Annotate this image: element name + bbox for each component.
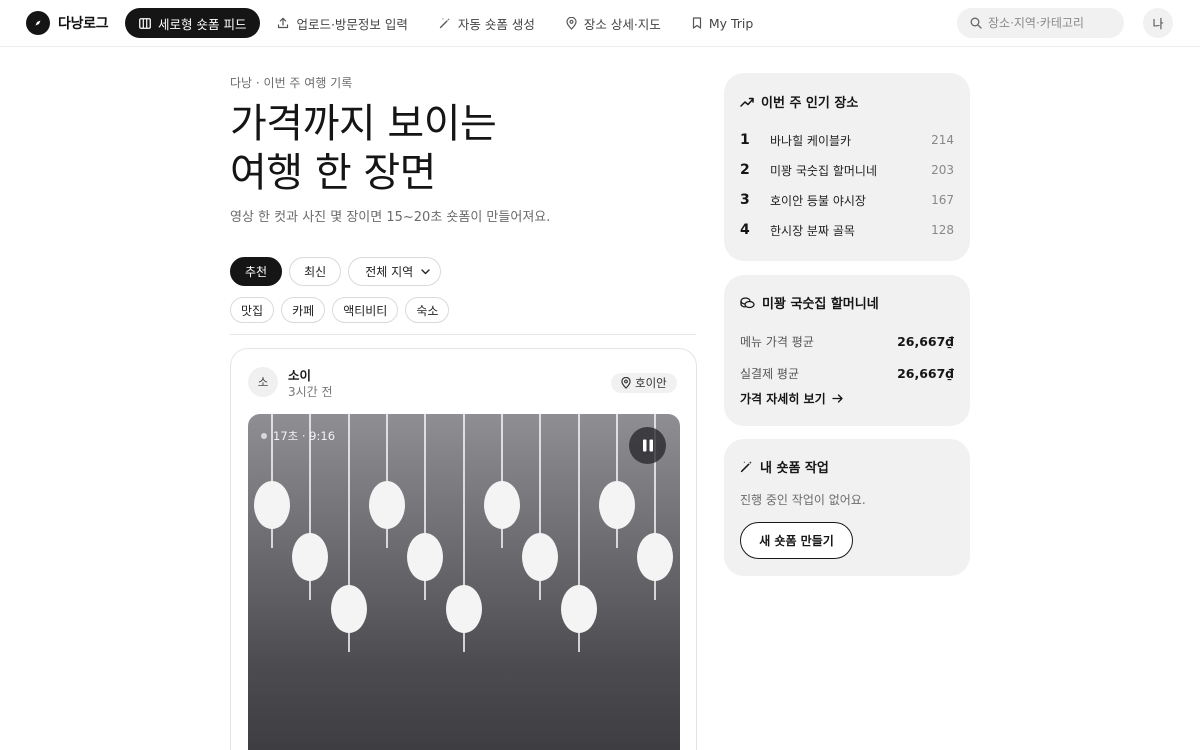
- location-badge[interactable]: 호이안: [611, 373, 677, 393]
- rank-number: 3: [740, 192, 750, 208]
- feed-icon: [139, 17, 151, 29]
- nav-item-label: My Trip: [708, 15, 754, 31]
- nav-item-auto-shortform[interactable]: 자동 숏폼 생성: [425, 8, 549, 38]
- hero-eyebrow: 다낭 · 이번 주 여행 기록: [230, 76, 353, 90]
- title-line-1: 가격까지 보이는: [230, 101, 497, 147]
- pause-button[interactable]: [629, 427, 666, 464]
- nav-item-label: 업로드·방문정보 입력: [296, 16, 408, 32]
- chevron-down-icon: [421, 268, 430, 274]
- map-pin-icon: [621, 377, 631, 389]
- price-summary-card: 미꽝 국숫집 할머니네 메뉴 가격 평균 26,667₫ 실결제 평균 26,6…: [724, 275, 970, 426]
- place-name: 한시장 분짜 골목: [770, 223, 855, 238]
- popular-item[interactable]: 3 호이안 등불 야시장 167: [740, 190, 954, 210]
- place-count: 128: [931, 223, 954, 237]
- compass-icon: [26, 11, 50, 35]
- price-value: 26,667₫: [897, 366, 954, 381]
- author-name[interactable]: 소이: [288, 365, 311, 384]
- place-name: 바나힐 케이블카: [770, 133, 852, 148]
- my-shortform-jobs-card: 내 숏폼 작업 진행 중인 작업이 없어요. 새 숏폼 만들기: [724, 439, 970, 576]
- place-count: 167: [931, 193, 954, 207]
- search-input[interactable]: [988, 16, 1113, 30]
- nav-item-label: 장소 상세·지도: [583, 16, 661, 32]
- trending-up-icon: [740, 97, 754, 107]
- rank-number: 2: [740, 162, 750, 178]
- place-count: 203: [931, 163, 954, 177]
- region-select-value: 전체 지역: [365, 265, 414, 279]
- category-chip-restaurant[interactable]: 맛집: [230, 297, 275, 323]
- place-name: 미꽝 국숫집 할머니네: [770, 163, 877, 178]
- title-line-2: 여행 한 장면: [230, 150, 436, 196]
- place-name: 호이안 등불 야시장: [770, 193, 866, 208]
- search-icon: [970, 17, 982, 29]
- jobs-card-title: 내 숏폼 작업: [740, 457, 829, 476]
- nav-item-label: 세로형 숏폼 피드: [158, 16, 247, 32]
- popular-title-text: 이번 주 인기 장소: [761, 96, 859, 111]
- arrow-right-icon: [831, 394, 843, 403]
- nav-item-feed[interactable]: 세로형 숏폼 피드: [125, 8, 261, 38]
- new-shortform-button[interactable]: 새 숏폼 만들기: [740, 522, 853, 559]
- price-link-text: 가격 자세히 보기: [740, 392, 826, 406]
- brand[interactable]: 다낭로그: [26, 11, 109, 35]
- video-player[interactable]: 17초 · 9:16: [248, 414, 680, 750]
- price-row-paid-average: 실결제 평균 26,667₫: [740, 365, 954, 382]
- page-title: 가격까지 보이는 여행 한 장면: [230, 100, 497, 198]
- search-box[interactable]: [957, 8, 1124, 38]
- price-label: 메뉴 가격 평균: [740, 335, 814, 349]
- sort-chip-recommended[interactable]: 추천: [230, 257, 283, 286]
- popular-places-card: 이번 주 인기 장소 1 바나힐 케이블카 214 2 미꽝 국숫집 할머니네 …: [724, 73, 970, 261]
- feed-post-card[interactable]: 소 소이 3시간 전 호이안 17초 · 9:16: [230, 348, 697, 750]
- magic-wand-icon: [740, 461, 752, 473]
- jobs-empty-message: 진행 중인 작업이 없어요.: [740, 493, 866, 507]
- recording-dot-icon: [261, 433, 267, 439]
- popular-item[interactable]: 1 바나힐 케이블카 214: [740, 130, 954, 150]
- bookmark-icon: [692, 17, 701, 29]
- main-nav: 세로형 숏폼 피드 업로드·방문정보 입력 자동 숏폼 생성 장소 상세·지도 …: [125, 8, 770, 38]
- price-title-text: 미꽝 국숫집 할머니네: [762, 297, 879, 312]
- coins-icon: [740, 296, 755, 308]
- magic-wand-icon: [439, 18, 450, 29]
- nav-item-my-trip[interactable]: My Trip: [678, 8, 768, 38]
- user-avatar[interactable]: 나: [1143, 8, 1173, 38]
- price-label: 실결제 평균: [740, 367, 800, 381]
- lanterns-video-frame: [254, 414, 673, 652]
- price-details-link[interactable]: 가격 자세히 보기: [740, 390, 843, 407]
- rank-number: 1: [740, 132, 750, 148]
- upload-icon: [278, 17, 289, 29]
- category-filters: 맛집 카페 액티비티 숙소: [230, 297, 450, 323]
- nav-item-upload[interactable]: 업로드·방문정보 입력: [263, 8, 421, 38]
- popular-item[interactable]: 4 한시장 분짜 골목 128: [740, 220, 954, 240]
- sort-filters: 추천 최신 전체 지역: [230, 257, 442, 286]
- region-select[interactable]: 전체 지역: [348, 257, 442, 286]
- jobs-title-text: 내 숏폼 작업: [760, 461, 829, 476]
- nav-item-label: 자동 숏폼 생성: [457, 16, 535, 32]
- location-name: 호이안: [635, 376, 667, 390]
- divider: [230, 334, 696, 335]
- map-pin-icon: [566, 16, 577, 30]
- brand-name: 다낭로그: [58, 16, 109, 32]
- category-chip-cafe[interactable]: 카페: [281, 297, 326, 323]
- place-count: 214: [931, 133, 954, 147]
- video-meta: 17초 · 9:16: [261, 428, 335, 444]
- popular-card-title: 이번 주 인기 장소: [740, 92, 858, 111]
- price-card-title: 미꽝 국숫집 할머니네: [740, 293, 879, 312]
- rank-number: 4: [740, 222, 750, 238]
- video-duration-ratio: 17초 · 9:16: [273, 429, 336, 443]
- top-nav-bar: 다낭로그 세로형 숏폼 피드 업로드·방문정보 입력 자동 숏폼 생성 장소 상…: [0, 0, 1200, 47]
- sort-chip-latest[interactable]: 최신: [289, 257, 342, 286]
- nav-item-place-map[interactable]: 장소 상세·지도: [552, 8, 675, 38]
- price-row-menu-average: 메뉴 가격 평균 26,667₫: [740, 333, 954, 350]
- popular-item[interactable]: 2 미꽝 국숫집 할머니네 203: [740, 160, 954, 180]
- pause-icon: [642, 439, 653, 452]
- post-time: 3시간 전: [288, 385, 333, 399]
- price-value: 26,667₫: [897, 334, 954, 349]
- hero-subtitle: 영상 한 컷과 사진 몇 장이면 15~20초 숏폼이 만들어져요.: [230, 210, 551, 225]
- category-chip-lodging[interactable]: 숙소: [405, 297, 450, 323]
- author-avatar[interactable]: 소: [248, 367, 278, 397]
- category-chip-activity[interactable]: 액티비티: [332, 297, 399, 323]
